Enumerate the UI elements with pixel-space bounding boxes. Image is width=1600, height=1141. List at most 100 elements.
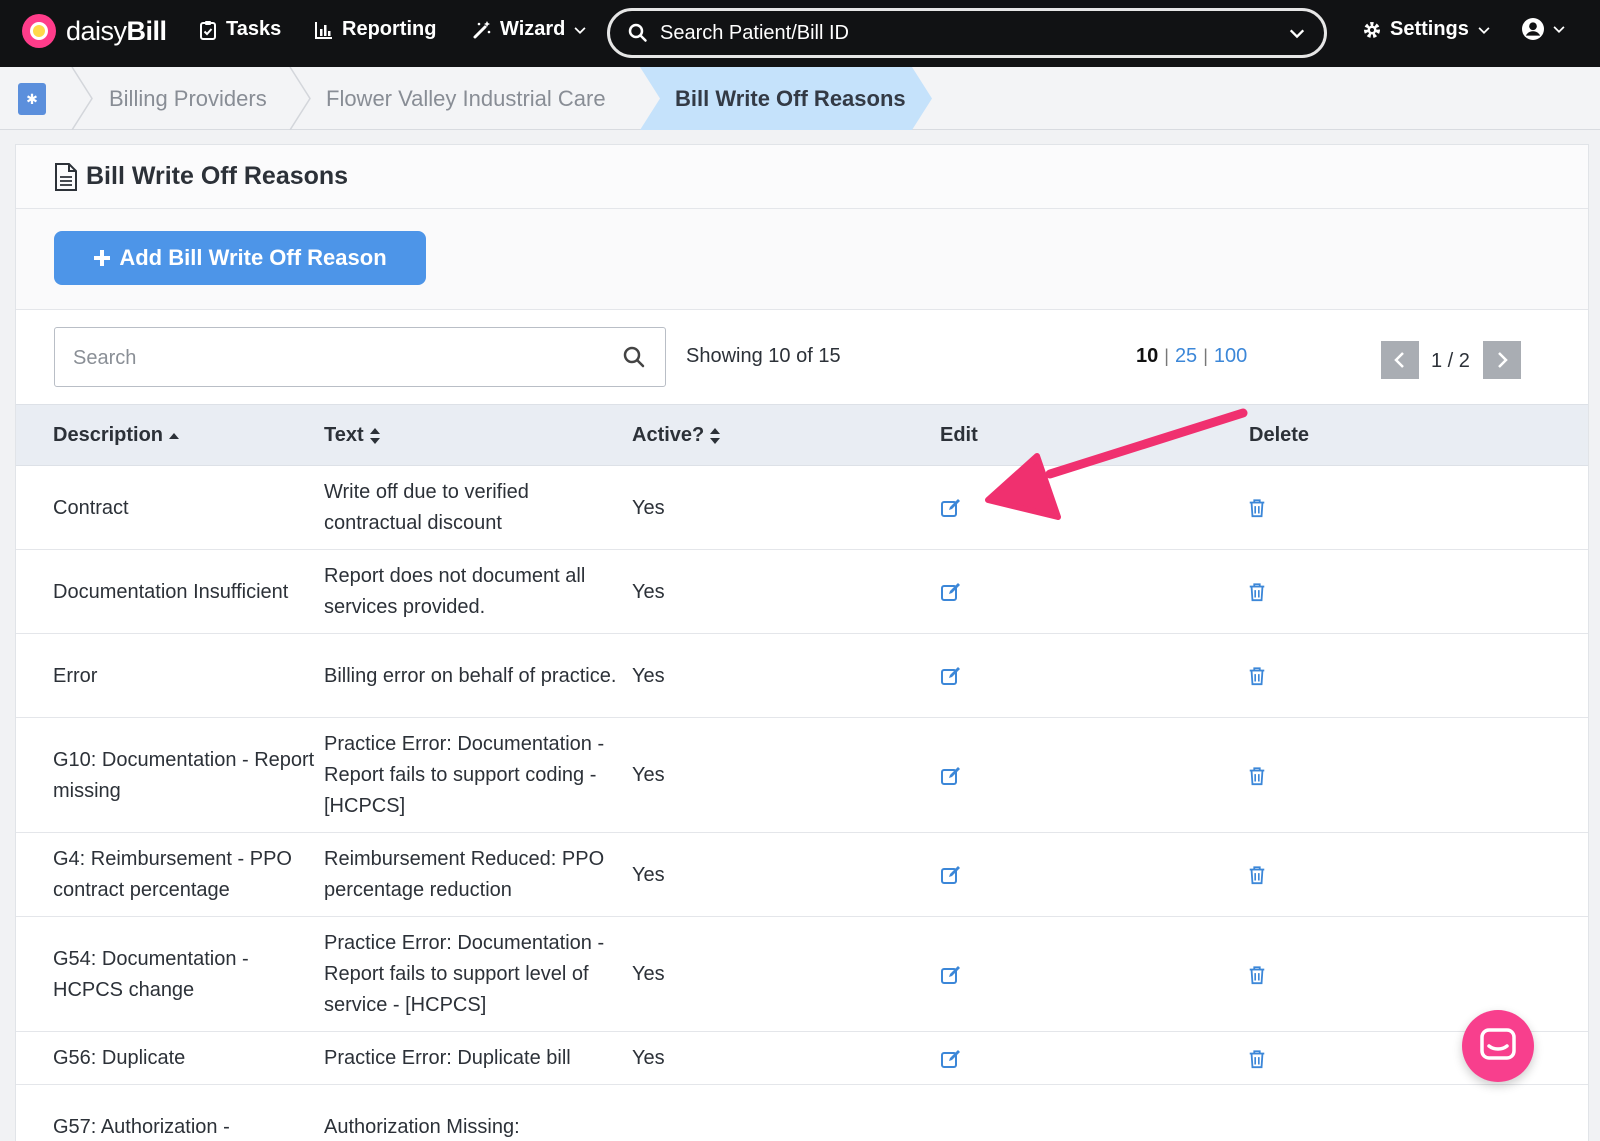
cell-text-text: Write off due to verified contractual di… (324, 481, 529, 534)
edit-icon[interactable] (940, 665, 962, 687)
prev-page-button[interactable] (1381, 341, 1419, 379)
chevron-down-icon (1289, 29, 1305, 39)
nav-reporting[interactable]: Reporting (314, 18, 436, 41)
bar-chart-icon (315, 21, 332, 39)
magic-wand-icon (473, 20, 491, 38)
page-size-25[interactable]: 25 (1175, 345, 1197, 368)
table-search-input[interactable] (73, 344, 593, 372)
breadcrumb-provider[interactable]: Flower Valley Industrial Care (326, 67, 606, 130)
nav-wizard-label: Wizard (500, 18, 566, 40)
edit-icon[interactable] (940, 864, 962, 886)
col-edit: Edit (940, 424, 978, 446)
cell-text: Reimbursement Reduced: PPO percentage re… (324, 833, 624, 917)
cell-active-text: Yes (632, 580, 665, 603)
add-button-label: Add Bill Write Off Reason (119, 245, 387, 270)
cell-description-text: Contract (53, 496, 129, 519)
cell-description-text: G10: Documentation - Report missing (53, 748, 315, 802)
home-crumb-icon[interactable]: ✱ (18, 83, 46, 115)
table-row: Documentation Insufficient Report does no… (16, 550, 1588, 634)
table-search (54, 327, 666, 387)
cell-text-text: Reimbursement Reduced: PPO percentage re… (324, 848, 605, 901)
table-row: G56: Duplicate Practice Error: Duplicate … (16, 1032, 1588, 1085)
next-page-button[interactable] (1483, 341, 1521, 379)
cell-active: Yes (632, 466, 752, 550)
cell-text: Report does not document all services pr… (324, 550, 624, 634)
trash-icon[interactable] (1246, 864, 1268, 886)
plus-icon (94, 250, 111, 266)
col-text-label: Text (324, 424, 364, 446)
trash-icon[interactable] (1246, 964, 1268, 986)
breadcrumb-separator (71, 67, 93, 130)
cell-description-text: G54: Documentation - HCPCS change (53, 947, 249, 1001)
col-delete: Delete (1249, 424, 1310, 446)
nav-settings-label: Settings (1390, 18, 1469, 40)
cell-description-text: G57: Authorization - (53, 1115, 230, 1138)
cell-description: G54: Documentation - HCPCS change (53, 917, 321, 1032)
gear-icon (1364, 21, 1380, 38)
result-count: Showing 10 of 15 (686, 345, 841, 367)
logo-prefix: daisy (66, 15, 127, 46)
page-size-100[interactable]: 100 (1214, 345, 1247, 368)
col-text[interactable]: Text (324, 424, 380, 447)
col-description[interactable]: Description (53, 424, 180, 447)
document-icon (55, 162, 77, 191)
cell-text-text: Practice Error: Documentation - Report f… (324, 733, 605, 817)
global-search[interactable]: Search Patient/Bill ID (607, 8, 1327, 58)
page-indicator: 1 / 2 (1431, 350, 1470, 372)
cell-text-text: Report does not document all services pr… (324, 565, 586, 618)
edit-icon[interactable] (940, 964, 962, 986)
table-row: Contract Write off due to verified contra… (16, 466, 1588, 550)
breadcrumb: ✱ Billing Providers Flower Valley Indust… (0, 67, 1600, 130)
add-write-off-reason-button[interactable]: Add Bill Write Off Reason (54, 231, 426, 285)
trash-icon[interactable] (1246, 765, 1268, 787)
trash-icon[interactable] (1246, 665, 1268, 687)
cell-active (632, 1085, 752, 1141)
nav-tasks[interactable]: Tasks (198, 18, 281, 41)
daisy-logo-icon (22, 14, 56, 48)
cell-text: Authorization Missing: (324, 1085, 624, 1141)
table-row: G54: Documentation - HCPCS change Practic… (16, 917, 1588, 1032)
app-logo[interactable]: daisyBill (22, 14, 167, 48)
cell-active: Yes (632, 1032, 752, 1085)
cell-active: Yes (632, 718, 752, 833)
cell-active: Yes (632, 833, 752, 917)
write-off-reasons-card: Bill Write Off Reasons Add Bill Write Of… (15, 144, 1589, 1141)
edit-icon[interactable] (940, 1048, 962, 1070)
search-icon (628, 23, 647, 42)
cell-description: Documentation Insufficient (53, 550, 321, 634)
chat-icon (1480, 1028, 1516, 1060)
page-size-selector: 10 | 25 | 100 (1136, 345, 1248, 368)
breadcrumb-current: Bill Write Off Reasons (640, 67, 932, 130)
trash-icon[interactable] (1246, 1048, 1268, 1070)
cell-active: Yes (632, 634, 752, 718)
breadcrumb-separator (289, 67, 311, 130)
trash-icon[interactable] (1246, 581, 1268, 603)
table-row: Error Billing error on behalf of practice… (16, 634, 1588, 718)
trash-icon[interactable] (1246, 497, 1268, 519)
table-row: G57: Authorization - Authorization Missin… (16, 1085, 1588, 1141)
logo-suffix: Bill (126, 15, 168, 46)
top-navbar: daisyBill Tasks Reporting Wizard Search … (0, 0, 1600, 67)
edit-icon[interactable] (940, 581, 962, 603)
cell-description: G4: Reimbursement - PPO contract percent… (53, 833, 321, 917)
col-active[interactable]: Active? (632, 424, 721, 447)
cell-description-text: G4: Reimbursement - PPO contract percent… (53, 848, 292, 901)
global-search-placeholder: Search Patient/Bill ID (660, 21, 849, 44)
cell-text-text: Practice Error: Documentation - Report f… (324, 932, 605, 1016)
cell-active-text: Yes (632, 963, 665, 985)
cell-text: Write off due to verified contractual di… (324, 466, 624, 550)
breadcrumb-billing-providers[interactable]: Billing Providers (109, 67, 267, 130)
cell-description: Error (53, 634, 321, 718)
edit-icon[interactable] (940, 497, 962, 519)
chat-launcher-button[interactable] (1462, 1010, 1534, 1082)
nav-settings[interactable]: Settings (1362, 18, 1491, 41)
table-header: Description Text Active? Edit Delete (16, 404, 1588, 466)
cell-description-text: Documentation Insufficient (53, 580, 289, 603)
edit-icon[interactable] (940, 765, 962, 787)
cell-text: Practice Error: Documentation - Report f… (324, 718, 624, 833)
cell-description-text: G56: Duplicate (53, 1047, 186, 1069)
page-size-10[interactable]: 10 (1136, 345, 1158, 368)
nav-wizard[interactable]: Wizard (472, 18, 587, 41)
search-icon[interactable] (623, 346, 645, 368)
user-menu[interactable] (1522, 18, 1566, 40)
